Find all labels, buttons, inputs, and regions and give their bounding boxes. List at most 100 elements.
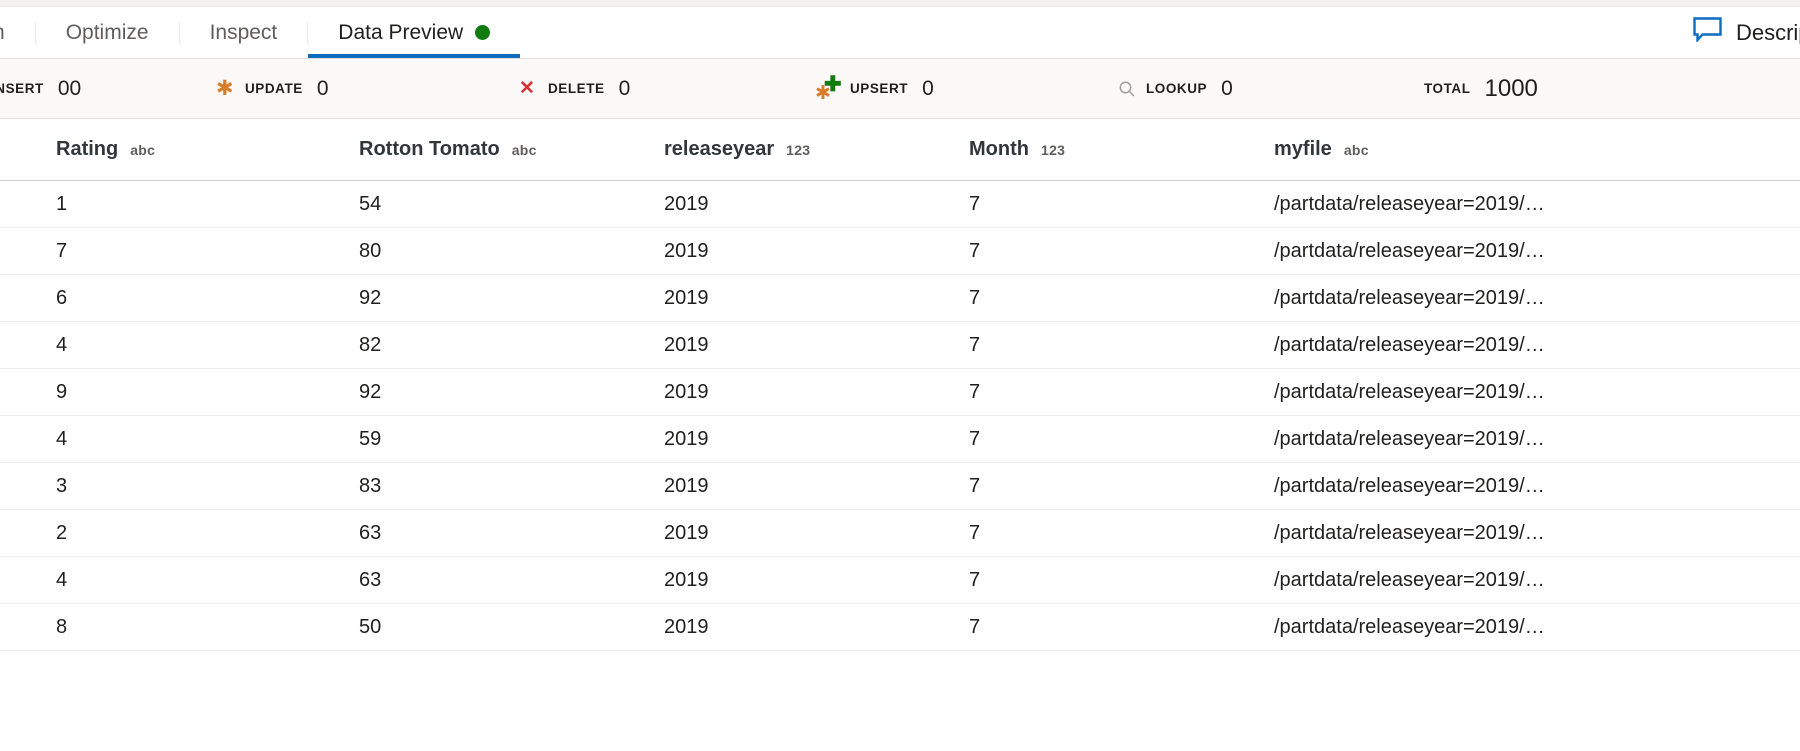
- table-row[interactable]: 4 82 2019 7/partdata/releaseyear=2019/…: [0, 322, 1800, 369]
- table-cell: 7: [969, 568, 981, 591]
- stat-value: 1000: [1484, 74, 1538, 102]
- stat-label: UPDATE: [245, 81, 303, 96]
- table-row[interactable]: 2 63 2019 7/partdata/releaseyear=2019/…: [0, 510, 1800, 557]
- table-cell: /partdata/releaseyear=2019/…: [1274, 474, 1545, 497]
- table-cell: 7: [969, 192, 981, 215]
- table-cell: 2019: [664, 286, 709, 309]
- table-row[interactable]: 7 80 2019 7/partdata/releaseyear=2019/…: [0, 228, 1800, 275]
- grid-body: 1 54 2019 7/partdata/releaseyear=2019/… 7 80 2…: [0, 181, 1800, 651]
- table-cell: 92: [359, 380, 382, 403]
- table-cell: 63: [359, 568, 382, 591]
- stat-label: UPSERT: [850, 81, 909, 96]
- stat-label: LOOKUP: [1146, 81, 1208, 96]
- table-cell: 2019: [664, 239, 709, 262]
- table-cell: 2019: [664, 333, 709, 356]
- table-cell: 2019: [664, 568, 709, 591]
- table-row[interactable]: 6 92 2019 7/partdata/releaseyear=2019/…: [0, 275, 1800, 322]
- table-cell: 7: [969, 615, 981, 638]
- table-cell: 82: [359, 333, 382, 356]
- column-header-releaseyear[interactable]: releaseyear 123: [664, 138, 969, 161]
- table-cell: 7: [969, 380, 981, 403]
- table-cell: 83: [359, 474, 382, 497]
- column-name: Rotton Tomato: [359, 138, 500, 160]
- table-cell: 2019: [664, 521, 709, 544]
- stat-update: ✱ UPDATE 0: [216, 77, 329, 101]
- stat-value: 0: [1221, 76, 1233, 100]
- stat-upsert: ✱ ✚ UPSERT 0: [815, 72, 934, 104]
- tab-projection[interactable]: jection: [0, 7, 35, 58]
- asterisk-plus-icon: ✱ ✚: [815, 72, 842, 104]
- stat-lookup: LOOKUP 0: [1117, 77, 1233, 101]
- tab-label: jection: [0, 21, 5, 45]
- table-cell: 3: [56, 474, 68, 497]
- table-cell: 1: [56, 192, 68, 215]
- table-cell: 7: [969, 286, 981, 309]
- column-name: myfile: [1274, 138, 1332, 160]
- table-cell: 7: [56, 239, 68, 262]
- table-cell: 50: [359, 615, 382, 638]
- table-row[interactable]: 4 63 2019 7/partdata/releaseyear=2019/…: [0, 557, 1800, 604]
- tab-data-preview[interactable]: Data Preview: [308, 7, 521, 58]
- stat-value: 0: [922, 76, 934, 100]
- description-button[interactable]: Description: [1693, 7, 1800, 58]
- column-header-myfile[interactable]: myfile abc: [1274, 138, 1694, 161]
- table-cell: 9: [56, 380, 68, 403]
- table-cell: 2: [56, 521, 68, 544]
- table-row[interactable]: 1 54 2019 7/partdata/releaseyear=2019/…: [0, 181, 1800, 228]
- table-cell: 2019: [664, 427, 709, 450]
- column-name: Month: [969, 138, 1029, 160]
- table-cell: 8: [56, 615, 68, 638]
- tab-inspect[interactable]: Inspect: [180, 7, 308, 58]
- grid-header-row: Rating abc Rotton Tomato abc releaseyear…: [0, 119, 1800, 181]
- table-cell: 2019: [664, 615, 709, 638]
- column-header-month[interactable]: Month 123: [969, 138, 1274, 161]
- stat-label: DELETE: [548, 81, 605, 96]
- table-cell: 6: [56, 286, 68, 309]
- table-row[interactable]: 4 59 2019 7/partdata/releaseyear=2019/…: [0, 416, 1800, 463]
- table-cell: /partdata/releaseyear=2019/…: [1274, 286, 1545, 309]
- table-cell: 4: [56, 427, 68, 450]
- status-dot-green-icon: [475, 25, 491, 40]
- stat-delete: ✕ DELETE 0: [519, 77, 630, 101]
- table-cell: 2019: [664, 192, 709, 215]
- table-row[interactable]: 3 83 2019 7/partdata/releaseyear=2019/…: [0, 463, 1800, 510]
- stats-bar: INSERT 00 ✱ UPDATE 0 ✕ DELETE 0 ✱✚ UPSER…: [0, 59, 1800, 119]
- search-icon: [1117, 79, 1137, 99]
- table-cell: 4: [56, 568, 68, 591]
- column-name: releaseyear: [664, 138, 775, 160]
- table-cell: 7: [969, 427, 981, 450]
- table-row[interactable]: 9 92 2019 7/partdata/releaseyear=2019/…: [0, 369, 1800, 416]
- column-name: Rating: [56, 138, 119, 160]
- table-row[interactable]: 8 50 2019 7/partdata/releaseyear=2019/…: [0, 604, 1800, 651]
- table-cell: 63: [359, 521, 382, 544]
- table-cell: /partdata/releaseyear=2019/…: [1274, 615, 1545, 638]
- tab-optimize[interactable]: Optimize: [36, 7, 179, 58]
- table-cell: 7: [969, 521, 981, 544]
- column-type-icon: abc: [511, 142, 537, 158]
- stat-value: 00: [57, 76, 82, 100]
- data-preview-grid: Rating abc Rotton Tomato abc releaseyear…: [0, 119, 1800, 651]
- column-type-icon: abc: [1343, 142, 1369, 158]
- table-cell: /partdata/releaseyear=2019/…: [1274, 427, 1545, 450]
- description-label: Description: [1735, 19, 1800, 45]
- table-cell: 7: [969, 333, 981, 356]
- table-cell: /partdata/releaseyear=2019/…: [1274, 380, 1545, 403]
- comment-icon: [1693, 17, 1722, 48]
- stat-label: INSERT: [0, 81, 44, 96]
- column-header-rating[interactable]: Rating abc: [56, 138, 359, 161]
- column-type-icon: 123: [786, 142, 811, 158]
- table-cell: 59: [359, 427, 382, 450]
- column-type-icon: abc: [130, 142, 156, 158]
- stat-label: TOTAL: [1424, 81, 1471, 96]
- column-header-rotton-tomato[interactable]: Rotton Tomato abc: [359, 138, 664, 161]
- asterisk-icon: ✱: [216, 76, 234, 100]
- table-cell: /partdata/releaseyear=2019/…: [1274, 521, 1545, 544]
- table-cell: 4: [56, 333, 68, 356]
- table-cell: 80: [359, 239, 382, 262]
- table-cell: /partdata/releaseyear=2019/…: [1274, 568, 1545, 591]
- tab-label: Optimize: [65, 20, 149, 44]
- tab-bar: jection Optimize Inspect Data Preview De…: [0, 7, 1800, 59]
- tab-label: Data Preview: [338, 20, 464, 44]
- table-cell: 92: [359, 286, 382, 309]
- window-top-strip: [0, 0, 1800, 7]
